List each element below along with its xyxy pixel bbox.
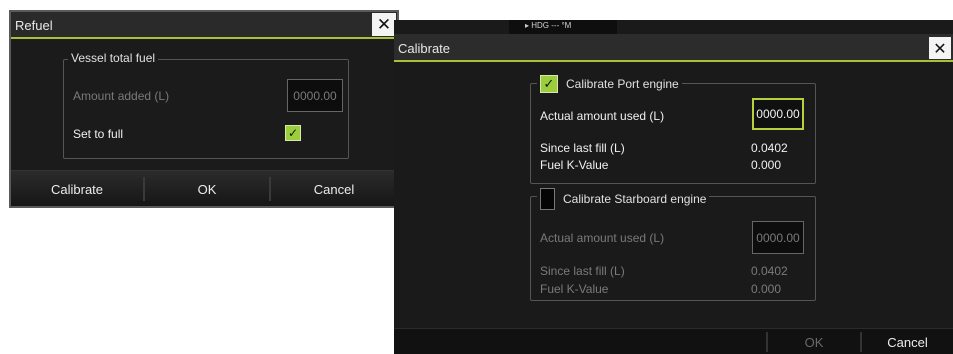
check-icon: ✓ [543, 76, 555, 92]
calibrate-button[interactable]: Calibrate [11, 171, 143, 207]
heading-status-strip: ▸ HDG --- °M [509, 20, 617, 34]
calibrate-button-bar: OK Cancel [394, 328, 953, 354]
calibrate-cancel-button[interactable]: Cancel [862, 329, 953, 354]
starboard-actual-label: Actual amount used (L) [540, 231, 665, 245]
refuel-dialog: Refuel ✕ Vessel total fuel Amount added … [9, 10, 399, 208]
port-engine-legend: ✓ Calibrate Port engine [537, 75, 682, 93]
calibrate-title: Calibrate [398, 41, 451, 56]
close-icon: ✕ [933, 38, 947, 58]
vessel-total-fuel-title: Vessel total fuel [68, 51, 159, 65]
starboard-engine-checkbox[interactable] [540, 188, 555, 210]
set-to-full-label: Set to full [73, 127, 124, 141]
refuel-title: Refuel [15, 18, 53, 33]
starboard-kvalue-value: 0.000 [751, 282, 782, 296]
starboard-actual-input[interactable]: 0000.00 [752, 221, 804, 254]
port-kvalue-value: 0.000 [751, 158, 782, 172]
refuel-close-button[interactable]: ✕ [372, 13, 396, 36]
port-since-value: 0.0402 [751, 141, 788, 155]
port-kvalue-label: Fuel K-Value [540, 158, 609, 172]
port-actual-label: Actual amount used (L) [540, 109, 665, 123]
refuel-titlebar: Refuel ✕ [11, 12, 397, 39]
port-engine-checkbox[interactable]: ✓ [540, 75, 558, 93]
port-actual-input[interactable]: 0000.00 [752, 98, 804, 130]
calibrate-ok-button[interactable]: OK [768, 329, 860, 354]
port-engine-label: Calibrate Port engine [566, 77, 679, 91]
starboard-since-label: Since last fill (L) [540, 264, 625, 278]
set-to-full-checkbox[interactable]: ✓ [285, 125, 301, 141]
refuel-button-bar: Calibrate OK Cancel [11, 170, 397, 206]
port-since-label: Since last fill (L) [540, 141, 625, 155]
starboard-engine-legend: Calibrate Starboard engine [537, 188, 710, 210]
calibrate-close-button[interactable]: ✕ [929, 37, 951, 59]
calibrate-dialog: ▸ HDG --- °M Calibrate ✕ ✓ Calibrate Por… [394, 20, 953, 354]
calibrate-titlebar: Calibrate ✕ [394, 34, 953, 62]
starboard-kvalue-label: Fuel K-Value [540, 282, 609, 296]
starboard-engine-label: Calibrate Starboard engine [563, 192, 707, 206]
amount-added-label: Amount added (L) [73, 89, 170, 103]
refuel-cancel-button[interactable]: Cancel [271, 171, 397, 207]
amount-added-input[interactable]: 0000.00 [287, 79, 343, 112]
starboard-since-value: 0.0402 [751, 264, 788, 278]
close-icon: ✕ [376, 14, 392, 35]
check-icon: ✓ [287, 126, 299, 140]
refuel-ok-button[interactable]: OK [145, 171, 269, 207]
